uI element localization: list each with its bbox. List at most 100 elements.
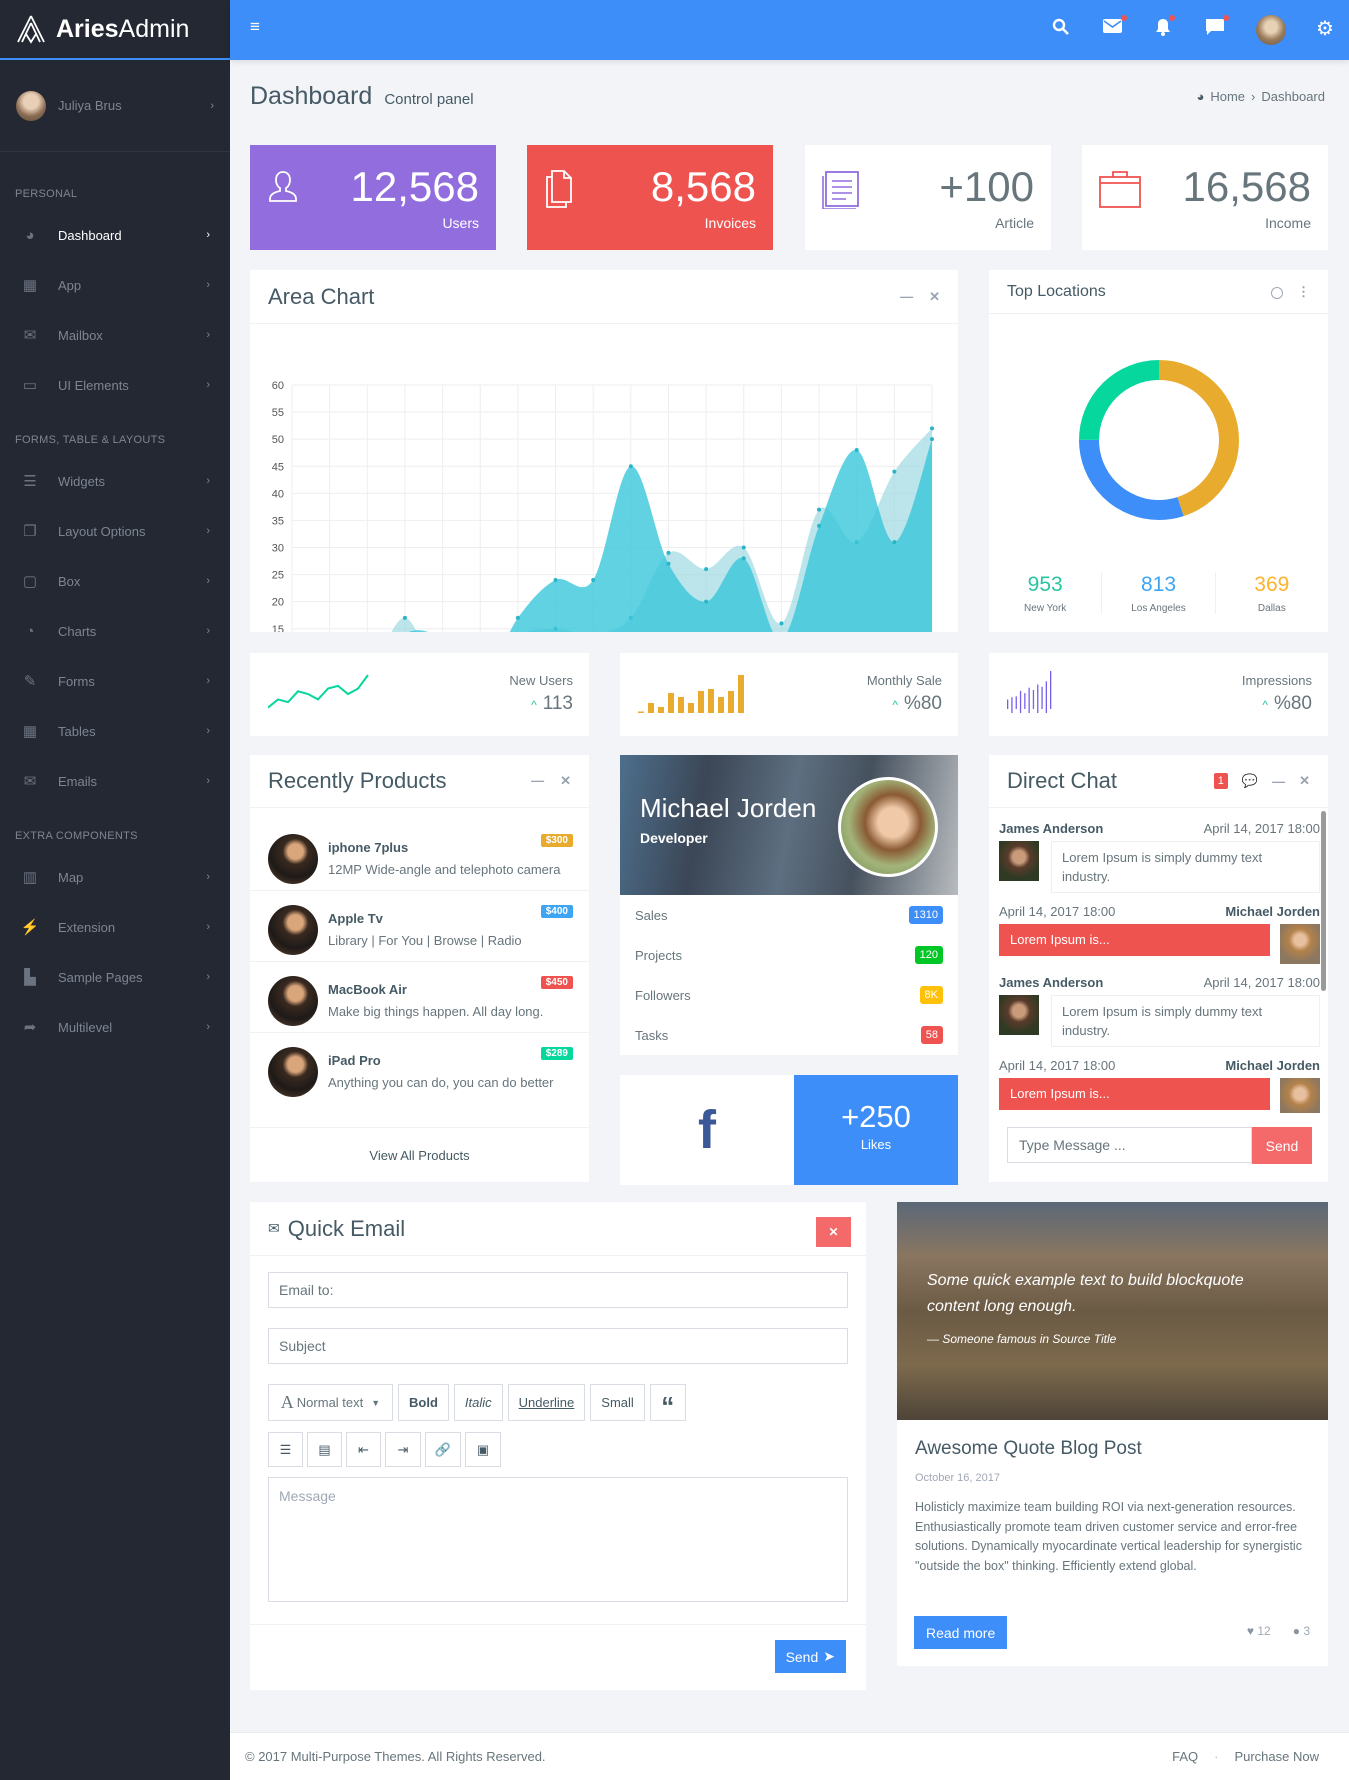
chevron-right-icon: › — [206, 1021, 210, 1033]
message-bubble: Lorem Ipsum is simply dummy text industr… — [1051, 995, 1320, 1047]
chat-send-button[interactable]: Send — [1252, 1127, 1312, 1164]
send-email-button[interactable]: Send ➤ — [774, 1640, 846, 1673]
sidebar-item-app[interactable]: ▦ App › — [0, 260, 230, 310]
card-title: Quick Email — [287, 1215, 406, 1241]
price-badge: $289 — [540, 1047, 573, 1060]
ordered-list-icon[interactable]: ▤ — [307, 1432, 342, 1467]
chat-message: April 14, 2017 18:00 Michael Jorden Lorem … — [999, 1055, 1320, 1113]
message-textarea[interactable]: Message — [268, 1477, 848, 1602]
sidebar-item-mailbox[interactable]: ✉ Mailbox › — [0, 310, 230, 360]
card-title: Direct Chat — [1007, 768, 1118, 793]
arrow-up-icon: ^ — [531, 698, 537, 712]
mini-stat-impressions: Impressions ^ %80 — [989, 653, 1328, 736]
data-point — [741, 556, 746, 561]
faq-link[interactable]: FAQ — [1172, 1749, 1198, 1764]
sidebar-item-forms[interactable]: ✎ Forms › — [0, 656, 230, 706]
product-name[interactable]: Apple Tv — [328, 911, 573, 926]
link-icon[interactable]: 🔗 — [425, 1432, 461, 1467]
view-all-products-link[interactable]: View All Products — [250, 1127, 589, 1182]
underline-button[interactable]: Underline — [507, 1384, 586, 1421]
user-avatar — [16, 90, 46, 121]
y-tick-label: 15 — [272, 624, 284, 632]
sender-avatar — [999, 841, 1039, 881]
chat-message-input[interactable]: Type Message ... — [1007, 1127, 1252, 1163]
sidebar-item-map[interactable]: ▥ Map › — [0, 852, 230, 902]
unordered-list-icon[interactable]: ☰ — [268, 1432, 303, 1467]
indent-icon[interactable]: ⇥ — [385, 1432, 421, 1467]
data-point — [666, 550, 671, 555]
profile-stat-row[interactable]: Tasks 58 — [620, 1015, 958, 1055]
sidebar-item-dashboard[interactable]: ◕ Dashboard › — [0, 210, 230, 260]
price-badge: $300 — [540, 834, 573, 847]
product-name[interactable]: iphone 7plus — [328, 840, 573, 855]
sidebar-nav: PERSONAL ◕ Dashboard › ▦ App › ✉ Mailbox › ▭ UI Ele… — [0, 152, 230, 1052]
sidebar-item-emails[interactable]: ✉ Emails › — [0, 756, 230, 806]
envelope-icon: ✉ — [23, 327, 37, 344]
bell-icon[interactable] — [1155, 15, 1175, 41]
sparkline-bar — [678, 697, 684, 713]
product-item[interactable]: MacBook Air Make big things happen. All d… — [250, 962, 589, 1033]
sidebar-item-tables[interactable]: ▦ Tables › — [0, 706, 230, 756]
comments-icon[interactable]: 💬 — [1242, 773, 1258, 789]
data-point — [892, 540, 897, 545]
sidebar-item-ui-elements[interactable]: ▭ UI Elements › — [0, 360, 230, 410]
sidebar-item-multilevel[interactable]: ➦ Multilevel › — [0, 1002, 230, 1052]
stat-value: +100 — [939, 163, 1034, 210]
search-icon[interactable] — [1052, 18, 1070, 41]
image-icon[interactable]: ▣ — [465, 1432, 501, 1467]
blog-title[interactable]: Awesome Quote Blog Post — [915, 1438, 1310, 1460]
menu-toggle-icon[interactable]: ≡ — [250, 17, 260, 37]
breadcrumb-home[interactable]: Home — [1210, 89, 1245, 104]
area-chart: 0510152025303540455055600481216202430162… — [272, 380, 934, 632]
italic-button[interactable]: Italic — [453, 1384, 503, 1421]
email-to-input[interactable]: Email to: — [268, 1272, 848, 1308]
text-format-dropdown[interactable]: A Normal text ▼ — [268, 1384, 393, 1421]
profile-avatar[interactable] — [1256, 15, 1286, 45]
sidebar-item-label: Map — [58, 869, 84, 885]
outdent-icon[interactable]: ⇤ — [346, 1432, 381, 1467]
small-button[interactable]: Small — [590, 1384, 645, 1421]
minimize-icon[interactable]: — — [1272, 774, 1285, 789]
product-name[interactable]: iPad Pro — [328, 1053, 573, 1068]
read-more-button[interactable]: Read more — [914, 1616, 1008, 1649]
stat-label: Income — [1265, 215, 1311, 231]
chat-icon[interactable] — [1205, 15, 1229, 41]
sidebar-item-layout-options[interactable]: ❐ Layout Options › — [0, 506, 230, 556]
chevron-right-icon: › — [206, 775, 210, 787]
minimize-icon[interactable]: — — [531, 773, 544, 789]
close-button[interactable]: ✕ — [816, 1217, 851, 1247]
logo[interactable]: Aries Admin — [0, 0, 230, 60]
stat-article: +100 Article — [805, 145, 1051, 250]
profile-stat-row[interactable]: Sales 1310 — [620, 895, 958, 935]
location-value: 953 — [1027, 573, 1063, 596]
sidebar-item-label: Mailbox — [58, 327, 103, 343]
subject-input[interactable]: Subject — [268, 1328, 848, 1364]
sparkline-bar — [638, 711, 644, 713]
blog-post-card: Some quick example text to build blockqu… — [897, 1202, 1328, 1666]
quote-icon[interactable]: “ — [649, 1384, 686, 1421]
product-name[interactable]: MacBook Air — [328, 982, 573, 997]
comments[interactable]: ● 3 — [1293, 1624, 1310, 1638]
dashboard-icon: ◕ — [25, 226, 35, 244]
product-item[interactable]: Apple Tv Library | For You | Browse | Rad… — [250, 891, 589, 962]
sidebar-item-charts[interactable]: ◔ Charts › — [0, 606, 230, 656]
close-icon[interactable]: ✕ — [1299, 773, 1310, 789]
product-item[interactable]: iPad Pro Anything you can do, you can do … — [250, 1033, 589, 1104]
sidebar-item-sample-pages[interactable]: ▙ Sample Pages › — [0, 952, 230, 1002]
bold-button[interactable]: Bold — [398, 1384, 449, 1421]
gear-icon[interactable]: ⚙ — [1316, 16, 1334, 41]
chat-scrollbar[interactable] — [1321, 811, 1326, 991]
profile-stat-badge: 8K — [919, 986, 943, 1004]
profile-stat-row[interactable]: Projects 120 — [620, 935, 958, 975]
sidebar-user[interactable]: Juliya Brus › — [0, 60, 230, 152]
sidebar-item-extension[interactable]: ⚡ Extension › — [0, 902, 230, 952]
mail-icon[interactable] — [1103, 15, 1127, 39]
sidebar-item-widgets[interactable]: ☰ Widgets › — [0, 456, 230, 506]
product-item[interactable]: iphone 7plus 12MP Wide-angle and telephot… — [250, 820, 589, 891]
profile-stat-row[interactable]: Followers 8K — [620, 975, 958, 1015]
purchase-now-link[interactable]: Purchase Now — [1234, 1749, 1319, 1764]
close-icon[interactable]: ✕ — [560, 773, 571, 789]
likes[interactable]: ♥ 12 — [1247, 1624, 1271, 1638]
facebook-icon[interactable]: f — [620, 1075, 794, 1185]
sidebar-item-box[interactable]: ▢ Box › — [0, 556, 230, 606]
